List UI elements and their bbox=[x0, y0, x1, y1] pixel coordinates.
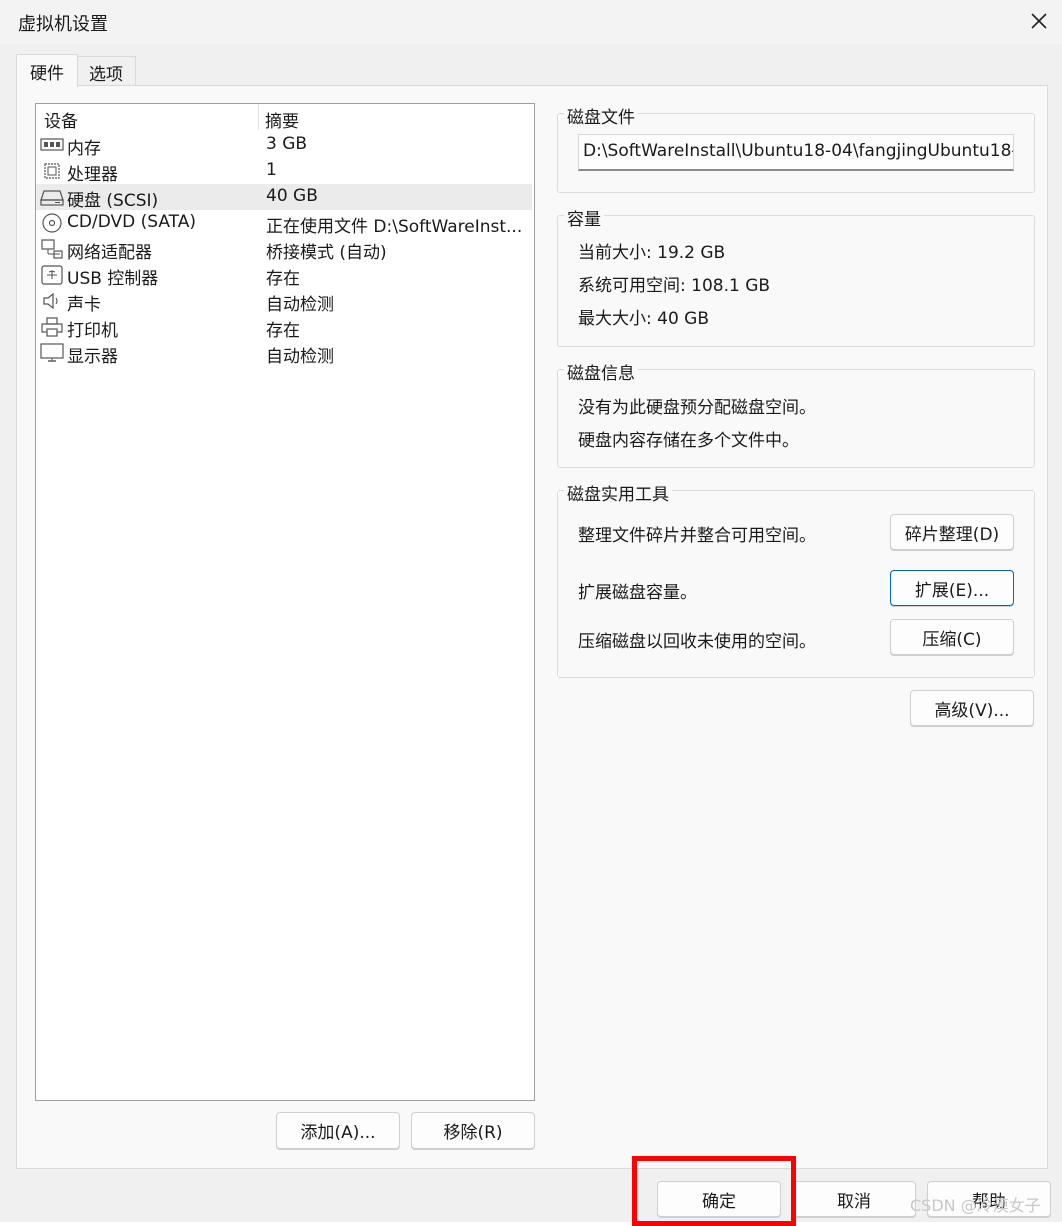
device-summary: 存在 bbox=[266, 321, 300, 341]
device-name: 声卡 bbox=[67, 295, 101, 315]
usb-icon bbox=[40, 265, 64, 285]
disk-info-line-2: 硬盘内容存储在多个文件中。 bbox=[578, 431, 799, 451]
network-adapter-icon bbox=[40, 239, 64, 259]
device-summary: 自动检测 bbox=[266, 347, 334, 367]
device-summary: 1 bbox=[266, 160, 277, 180]
device-summary: 存在 bbox=[266, 269, 300, 289]
device-row-printer[interactable]: 打印机 存在 bbox=[36, 314, 532, 341]
device-row-processor[interactable]: 处理器 1 bbox=[36, 158, 532, 185]
column-separator bbox=[258, 104, 259, 130]
device-summary: 正在使用文件 D:\SoftWareInst... bbox=[266, 217, 523, 237]
device-name: 显示器 bbox=[67, 347, 118, 367]
disk-file-title: 磁盘文件 bbox=[564, 103, 638, 128]
disk-info-line-1: 没有为此硬盘预分配磁盘空间。 bbox=[578, 398, 816, 418]
device-row-display[interactable]: 显示器 自动检测 bbox=[36, 340, 532, 367]
device-summary: 40 GB bbox=[266, 186, 318, 206]
expand-description: 扩展磁盘容量。 bbox=[578, 583, 697, 603]
max-size-text: 最大大小: 40 GB bbox=[578, 309, 710, 329]
device-name: 处理器 bbox=[67, 165, 118, 185]
close-icon bbox=[1031, 13, 1047, 29]
device-summary: 3 GB bbox=[266, 134, 308, 154]
device-name: 打印机 bbox=[67, 321, 118, 341]
device-row-usb-controller[interactable]: USB 控制器 存在 bbox=[36, 262, 532, 289]
cancel-button[interactable]: 取消 bbox=[792, 1181, 916, 1217]
disk-file-path-field[interactable]: D:\SoftWareInstall\Ubuntu18-04\fangjingU… bbox=[578, 134, 1014, 171]
speaker-icon bbox=[40, 291, 64, 311]
available-space-text: 系统可用空间: 108.1 GB bbox=[578, 276, 771, 296]
tab-options[interactable]: 选项 bbox=[76, 56, 136, 87]
device-name: 硬盘 (SCSI) bbox=[67, 191, 159, 211]
compact-button[interactable]: 压缩(C) bbox=[890, 619, 1014, 655]
defrag-description: 整理文件碎片并整合可用空间。 bbox=[578, 526, 816, 546]
cd-dvd-icon bbox=[40, 213, 64, 233]
add-device-button[interactable]: 添加(A)... bbox=[276, 1112, 400, 1149]
device-summary: 桥接模式 (自动) bbox=[266, 243, 387, 263]
disk-utilities-title: 磁盘实用工具 bbox=[564, 480, 672, 505]
device-row-sound-card[interactable]: 声卡 自动检测 bbox=[36, 288, 532, 315]
window-title: 虚拟机设置 bbox=[18, 14, 108, 35]
device-summary: 自动检测 bbox=[266, 295, 334, 315]
column-header-device[interactable]: 设备 bbox=[44, 106, 78, 132]
remove-device-button[interactable]: 移除(R) bbox=[411, 1112, 535, 1149]
capacity-title: 容量 bbox=[564, 205, 604, 230]
monitor-icon bbox=[40, 343, 64, 363]
tab-hardware[interactable]: 硬件 bbox=[16, 54, 78, 87]
watermark: CSDN @冷漠女子 bbox=[910, 1196, 1041, 1215]
disk-file-path-value: D:\SoftWareInstall\Ubuntu18-04\fangjingU… bbox=[583, 141, 1014, 161]
printer-icon bbox=[40, 317, 64, 337]
defragment-button[interactable]: 碎片整理(D) bbox=[890, 514, 1014, 550]
current-size-text: 当前大小: 19.2 GB bbox=[578, 243, 726, 263]
compact-description: 压缩磁盘以回收未使用的空间。 bbox=[578, 632, 816, 652]
device-name: CD/DVD (SATA) bbox=[67, 212, 196, 232]
device-row-cd-dvd[interactable]: CD/DVD (SATA) 正在使用文件 D:\SoftWareInst... bbox=[36, 210, 532, 237]
expand-button[interactable]: 扩展(E)... bbox=[890, 570, 1014, 606]
device-name: 内存 bbox=[67, 139, 101, 159]
device-row-hard-disk[interactable]: 硬盘 (SCSI) 40 GB bbox=[36, 184, 532, 211]
device-name: 网络适配器 bbox=[67, 243, 152, 263]
advanced-button[interactable]: 高级(V)... bbox=[910, 690, 1034, 726]
hard-disk-icon bbox=[40, 187, 64, 207]
device-row-network-adapter[interactable]: 网络适配器 桥接模式 (自动) bbox=[36, 236, 532, 263]
column-header-summary[interactable]: 摘要 bbox=[265, 106, 299, 132]
memory-icon bbox=[40, 135, 64, 155]
disk-info-title: 磁盘信息 bbox=[564, 359, 638, 384]
cpu-icon bbox=[40, 161, 64, 181]
device-name: USB 控制器 bbox=[67, 269, 159, 289]
title-bar bbox=[0, 0, 1062, 44]
device-row-memory[interactable]: 内存 3 GB bbox=[36, 132, 532, 159]
ok-highlight-box bbox=[632, 1156, 796, 1226]
close-button[interactable] bbox=[1024, 6, 1054, 36]
